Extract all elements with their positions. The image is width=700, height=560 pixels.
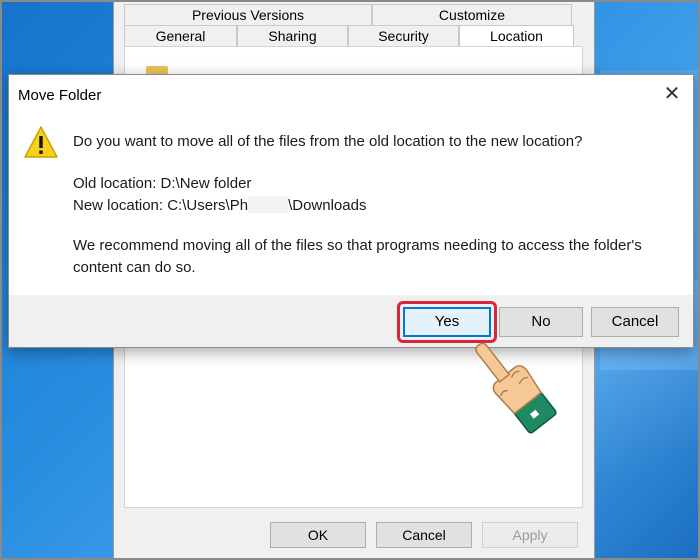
tab-sharing[interactable]: Sharing [237, 25, 348, 47]
tab-general[interactable]: General [124, 25, 237, 47]
pointing-hand-icon [470, 330, 580, 445]
dialog-title: Move Folder [18, 87, 102, 104]
tab-previous-versions[interactable]: Previous Versions [124, 4, 372, 26]
old-location-label: Old location: [73, 175, 161, 192]
move-folder-dialog: Move Folder ✕ Do you want to move all of… [8, 74, 694, 348]
apply-button[interactable]: Apply [482, 522, 578, 548]
properties-cancel-button[interactable]: Cancel [376, 522, 472, 548]
tab-security[interactable]: Security [348, 25, 459, 47]
tab-location[interactable]: Location [459, 25, 574, 47]
new-location-label: New location: [73, 197, 168, 214]
old-location-value: D:\New folder [160, 175, 252, 192]
warning-icon [23, 125, 59, 164]
new-location-suffix: \Downloads [288, 197, 367, 214]
recommendation-line-1: We recommend moving all of the files so … [73, 237, 642, 254]
close-icon[interactable]: ✕ [661, 83, 683, 105]
tab-row-bottom: General Sharing Security Location [124, 25, 574, 47]
ok-button[interactable]: OK [270, 522, 366, 548]
new-location-line: New location: C:\Users\Ph \Downloads [73, 196, 366, 214]
recommendation-line-2: content can do so. [73, 259, 196, 276]
redacted-username [248, 196, 289, 213]
new-location-prefix: C:\Users\Ph [167, 197, 249, 214]
old-location-line: Old location: D:\New folder [73, 175, 251, 192]
tab-customize[interactable]: Customize [372, 4, 572, 26]
dialog-question: Do you want to move all of the files fro… [73, 133, 583, 150]
dialog-cancel-button[interactable]: Cancel [591, 307, 679, 337]
tab-row-top: Previous Versions Customize [124, 4, 572, 26]
